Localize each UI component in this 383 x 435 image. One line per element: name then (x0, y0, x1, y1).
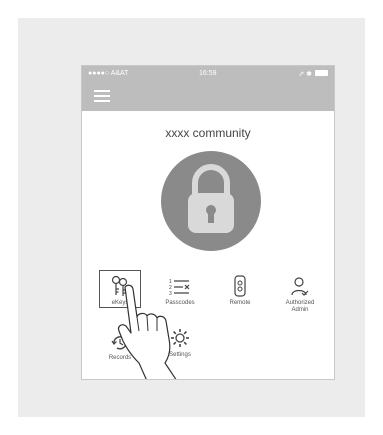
remote-label: Remote (229, 300, 251, 306)
battery-icon (315, 70, 328, 76)
community-title: xxxx community (165, 126, 251, 140)
carrier-text: ●●●●○ A&AT (88, 70, 129, 77)
authorized-admin-label: Authorized Admin (285, 300, 315, 313)
pointing-hand-icon (117, 283, 187, 379)
authorized-admin-icon (275, 271, 325, 297)
phone-screen: ●●●●○ A&AT 16:59 ⇗ ✱ xxxx community eKey… (81, 65, 335, 380)
authorized-admin-tile[interactable]: Authorized Admin (275, 271, 325, 314)
app-header: ●●●●○ A&AT 16:59 ⇗ ✱ (82, 66, 334, 111)
remote-icon (215, 271, 265, 297)
remote-tile[interactable]: Remote (215, 271, 265, 307)
padlock-icon[interactable] (161, 151, 261, 251)
status-icons: ⇗ ✱ (298, 71, 312, 78)
status-time: 16:59 (199, 70, 217, 77)
status-bar: ●●●●○ A&AT 16:59 ⇗ ✱ (82, 66, 334, 82)
hamburger-menu-icon[interactable] (94, 90, 110, 103)
